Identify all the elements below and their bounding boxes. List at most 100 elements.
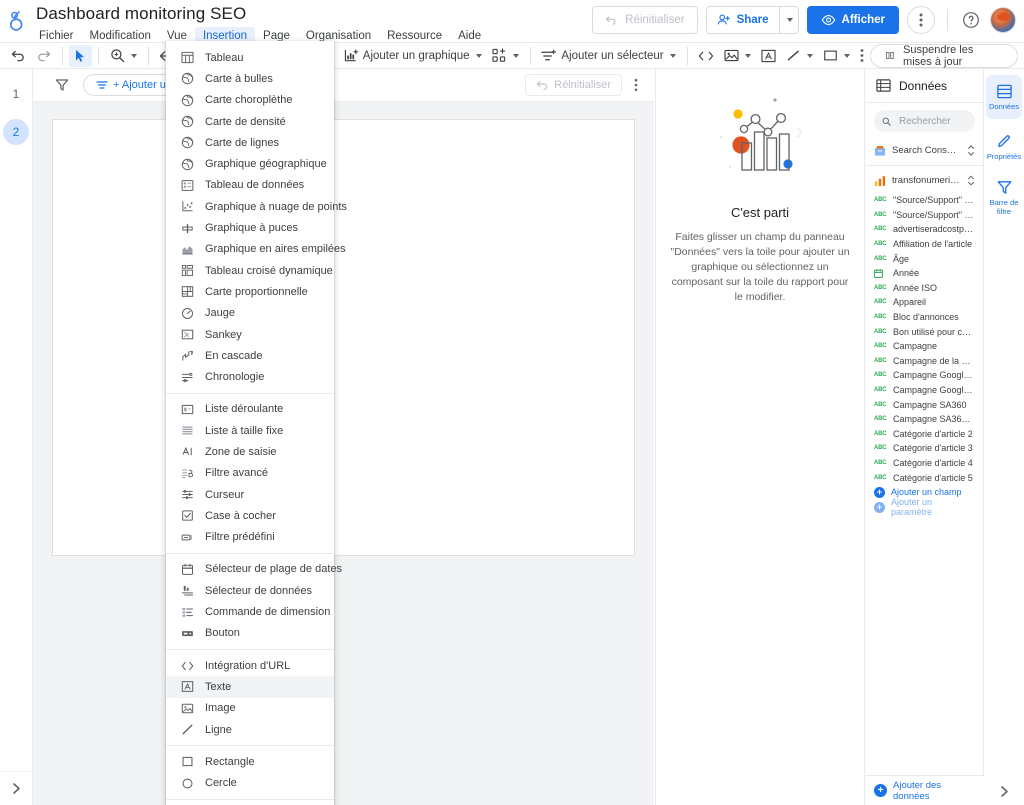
menu-option-graphique-a-puces[interactable]: Graphique à puces: [166, 217, 334, 238]
menu-option-carte-a-bulles[interactable]: Carte à bulles: [166, 68, 334, 89]
add-data-button[interactable]: + Ajouter des données: [866, 775, 984, 805]
field-item[interactable]: ABC Campagne SA360: [866, 397, 983, 412]
menu-option-integration-url[interactable]: Intégration d'URL: [166, 655, 334, 676]
toolbar-more-button[interactable]: [855, 45, 869, 67]
field-item[interactable]: ABC Bon utilisé pour com...: [866, 324, 983, 339]
menu-option-selecteur-donnees[interactable]: Sélecteur de données: [166, 580, 334, 601]
menu-option-tableau-de-donnees[interactable]: Tableau de données: [166, 175, 334, 196]
avatar[interactable]: [990, 7, 1016, 33]
field-item[interactable]: ABC Campagne Google Ad...: [866, 383, 983, 398]
page-rail-expand-button[interactable]: [0, 771, 33, 805]
image-button[interactable]: [719, 45, 756, 67]
filter-bar-more-button[interactable]: [626, 74, 646, 96]
rail-tab-proprietes[interactable]: Propriétés: [986, 125, 1022, 169]
menu-option-selecteur-plage-dates[interactable]: Sélecteur de plage de dates: [166, 559, 342, 580]
menu-option-curseur[interactable]: Curseur: [166, 484, 334, 505]
field-item[interactable]: ABC Bloc d'annonces: [866, 310, 983, 325]
menu-option-cercle[interactable]: Cercle: [166, 773, 334, 794]
reset-button[interactable]: Réinitialiser: [592, 6, 698, 34]
menu-option-ligne[interactable]: Ligne: [166, 719, 334, 740]
select-tool-button[interactable]: [68, 44, 92, 67]
pause-updates-button[interactable]: Suspendre les mises à jour: [869, 43, 1018, 68]
field-item[interactable]: ABC Appareil: [866, 295, 983, 310]
undo-button[interactable]: [6, 45, 31, 67]
page-thumb-1[interactable]: 1: [3, 81, 29, 107]
menu-option-rectangle[interactable]: Rectangle: [166, 751, 334, 772]
menu-option-carte-choroplethe[interactable]: Carte choroplèthe: [166, 90, 334, 111]
menu-option-label: Ligne: [205, 723, 232, 736]
line-button[interactable]: [781, 45, 818, 67]
field-item[interactable]: ABC Campagne SA360 de ...: [866, 412, 983, 427]
field-item[interactable]: ABC Catégorie d'article 4: [866, 456, 983, 471]
field-item[interactable]: ABC Année ISO: [866, 281, 983, 296]
treemap-icon: [180, 284, 195, 299]
share-dropdown-button[interactable]: [778, 6, 799, 34]
search-field-wrapper[interactable]: [874, 110, 975, 132]
kebab-menu-icon: [919, 13, 923, 27]
menu-option-commande-dimension[interactable]: Commande de dimension: [166, 601, 334, 622]
data-source-search-console[interactable]: Search Console htt...: [866, 138, 983, 163]
field-list[interactable]: ABC "Source/Support" ma... ABC "Source/Sup…: [866, 193, 983, 805]
filter-reset-button[interactable]: Réinitialiser: [525, 74, 622, 96]
menu-option-zone-de-saisie[interactable]: Zone de saisie: [166, 441, 334, 462]
insertion-menu[interactable]: Tableau Carte à bulles Carte choroplèthe…: [166, 41, 347, 805]
menu-option-texte[interactable]: Texte: [166, 676, 334, 698]
field-item[interactable]: ABC Affiliation de l'article: [866, 237, 983, 252]
menu-option-filtre-predefini[interactable]: Filtre prédéfini: [166, 527, 334, 548]
menu-option-tableau-croise-dynamique[interactable]: Tableau croisé dynamique: [166, 260, 334, 281]
right-rail-expand-button[interactable]: [994, 779, 1014, 803]
field-item[interactable]: ABC Campagne: [866, 339, 983, 354]
more-options-button[interactable]: [907, 6, 935, 34]
field-item[interactable]: ABC "Source/Support" ma...: [866, 208, 983, 223]
main-toolbar: Pag es Ajouter un graphique Ajouter un s…: [0, 42, 1024, 69]
view-button[interactable]: Afficher: [806, 6, 899, 34]
menu-option-filtre-avance[interactable]: Filtre avancé: [166, 463, 334, 484]
add-control-button[interactable]: Ajouter un sélecteur: [536, 45, 680, 67]
menu-option-graphique-geographique[interactable]: Graphique géographique: [166, 153, 334, 174]
field-item[interactable]: ABC Âge: [866, 251, 983, 266]
rail-tab-barre-de-filtre[interactable]: Barre de filtre: [986, 175, 1022, 219]
menu-option-case-a-cocher[interactable]: Case à cocher: [166, 505, 334, 526]
swap-vert-icon[interactable]: [967, 145, 975, 156]
filter-funnel-icon[interactable]: [51, 74, 73, 96]
redo-button[interactable]: [31, 45, 56, 67]
report-page-surface[interactable]: [52, 119, 635, 556]
menu-option-bouton[interactable]: Bouton: [166, 623, 334, 644]
page-title[interactable]: Dashboard monitoring SEO: [36, 3, 489, 25]
rail-tab-donnees[interactable]: Données: [986, 75, 1022, 119]
add-parameter-button[interactable]: + Ajouter un paramètre: [866, 497, 983, 517]
menu-option-sankey[interactable]: Sankey: [166, 324, 334, 345]
field-item[interactable]: ABC Catégorie d'article 3: [866, 441, 983, 456]
search-input[interactable]: [896, 114, 967, 128]
data-source-analytics[interactable]: transfonumerique....: [866, 168, 983, 193]
field-item[interactable]: ABC "Source/Support" ma...: [866, 193, 983, 208]
field-item[interactable]: ABC advertiseradcostperc...: [866, 222, 983, 237]
page-thumb-2[interactable]: 2: [3, 119, 29, 145]
field-item[interactable]: ABC Catégorie d'article 5: [866, 470, 983, 485]
zoom-button[interactable]: [105, 45, 142, 67]
embed-url-button[interactable]: [693, 45, 719, 67]
menu-option-aires-empilees[interactable]: Graphique en aires empilées: [166, 239, 346, 260]
add-chart-button[interactable]: Ajouter un graphique: [339, 45, 487, 67]
field-item[interactable]: Année: [866, 266, 983, 281]
field-item[interactable]: ABC Campagne de la sess...: [866, 354, 983, 369]
text-box-button[interactable]: [756, 45, 781, 67]
community-viz-button[interactable]: [487, 45, 524, 67]
menu-option-en-cascade[interactable]: En cascade: [166, 345, 334, 366]
menu-option-carte-proportionnelle[interactable]: Carte proportionnelle: [166, 281, 334, 302]
menu-option-carte-de-densite[interactable]: Carte de densité: [166, 111, 334, 132]
share-button[interactable]: Share: [705, 6, 779, 34]
menu-option-nuage-de-points[interactable]: Graphique à nuage de points: [166, 196, 347, 217]
menu-option-image[interactable]: Image: [166, 698, 334, 719]
shape-button[interactable]: [818, 45, 855, 67]
menu-option-liste-taille-fixe[interactable]: Liste à taille fixe: [166, 420, 334, 441]
menu-option-chronologie[interactable]: Chronologie: [166, 366, 334, 387]
menu-option-jauge[interactable]: Jauge: [166, 303, 334, 324]
field-item[interactable]: ABC Catégorie d'article 2: [866, 427, 983, 442]
expand-icon[interactable]: [967, 175, 975, 186]
menu-option-carte-de-lignes[interactable]: Carte de lignes: [166, 132, 334, 153]
menu-option-liste-deroulante[interactable]: Liste déroulante: [166, 399, 334, 420]
field-item[interactable]: ABC Campagne Google Ads: [866, 368, 983, 383]
help-button[interactable]: [960, 9, 982, 31]
menu-option-tableau[interactable]: Tableau: [166, 47, 334, 68]
